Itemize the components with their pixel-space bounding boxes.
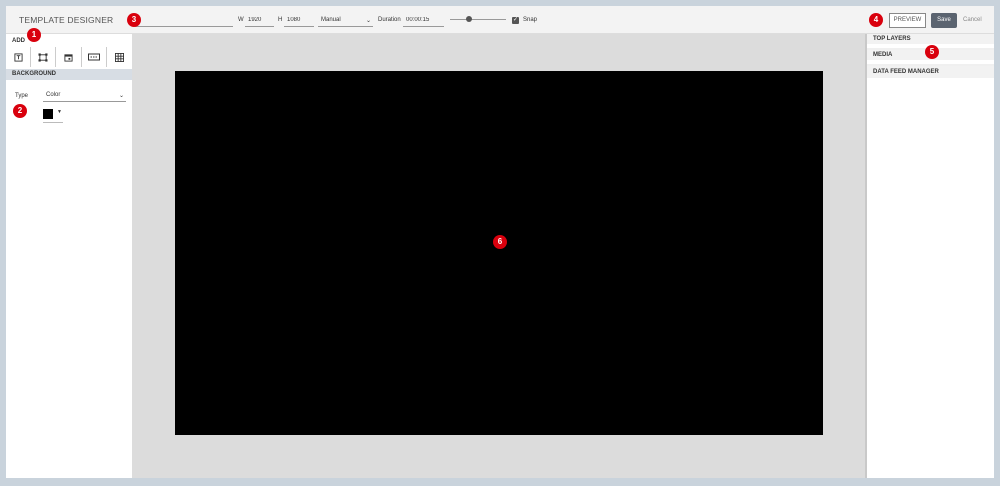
duration-mode-select[interactable]: Manual ⌄	[318, 14, 373, 27]
ticker-tool-icon	[87, 53, 100, 61]
annotation-badge-1: 1	[27, 28, 41, 42]
slider-thumb[interactable]	[466, 16, 472, 22]
type-label: Type	[15, 93, 29, 99]
top-toolbar: TEMPLATE DESIGNER W H Manual ⌄ Duration …	[6, 6, 994, 34]
height-input[interactable]	[284, 14, 314, 27]
cancel-button[interactable]: Cancel	[963, 17, 982, 23]
shape-tool-icon	[38, 52, 48, 62]
annotation-badge-3: 3	[127, 13, 141, 27]
duration-label: Duration	[378, 17, 401, 23]
add-tools-row	[6, 47, 132, 67]
date-tool-icon	[64, 53, 73, 62]
slider-track	[450, 19, 506, 20]
text-tool-icon	[14, 52, 23, 62]
template-name-input[interactable]	[135, 14, 233, 27]
left-properties-panel: ADD BACKGROUND Type Color ⌄ ▼	[6, 34, 132, 478]
annotation-badge-4: 4	[869, 13, 883, 27]
duration-input[interactable]	[403, 14, 444, 27]
background-section-header[interactable]: BACKGROUND	[6, 69, 132, 80]
snap-checkbox[interactable]: ✓	[512, 17, 519, 24]
chevron-down-icon: ⌄	[118, 93, 124, 99]
add-text-button[interactable]	[6, 47, 32, 67]
annotation-badge-5: 5	[925, 45, 939, 59]
background-type-select[interactable]: Color ⌄	[43, 89, 126, 102]
save-button[interactable]: Save	[931, 13, 957, 28]
add-ticker-button[interactable]	[82, 47, 107, 67]
right-panel: TOP LAYERS MEDIA DATA FEED MANAGER	[865, 34, 994, 478]
design-canvas[interactable]	[175, 71, 823, 435]
background-color-swatch[interactable]	[43, 109, 53, 119]
add-shape-button[interactable]	[31, 47, 57, 67]
caret-down-icon[interactable]: ▼	[57, 109, 62, 115]
color-picker-underline	[43, 122, 63, 123]
media-body	[867, 60, 994, 64]
duration-mode-value: Manual	[321, 17, 341, 23]
add-date-button[interactable]	[56, 47, 82, 67]
data-feed-manager-header[interactable]: DATA FEED MANAGER	[867, 66, 994, 78]
data-feed-manager-body	[867, 78, 994, 478]
add-table-button[interactable]	[107, 47, 132, 67]
height-label: H	[278, 17, 283, 23]
top-layers-header[interactable]: TOP LAYERS	[867, 34, 994, 44]
table-tool-icon	[114, 52, 124, 62]
chevron-down-icon: ⌄	[365, 18, 371, 24]
width-label: W	[238, 17, 244, 23]
annotation-badge-6: 6	[493, 235, 507, 249]
preview-button[interactable]: PREVIEW	[889, 13, 926, 28]
annotation-badge-2: 2	[13, 104, 27, 118]
page-title: TEMPLATE DESIGNER	[19, 15, 114, 25]
snap-label: Snap	[523, 17, 538, 23]
width-input[interactable]	[245, 14, 274, 27]
zoom-slider[interactable]	[450, 15, 506, 25]
background-type-value: Color	[46, 92, 61, 98]
add-section-label: ADD	[12, 38, 25, 44]
